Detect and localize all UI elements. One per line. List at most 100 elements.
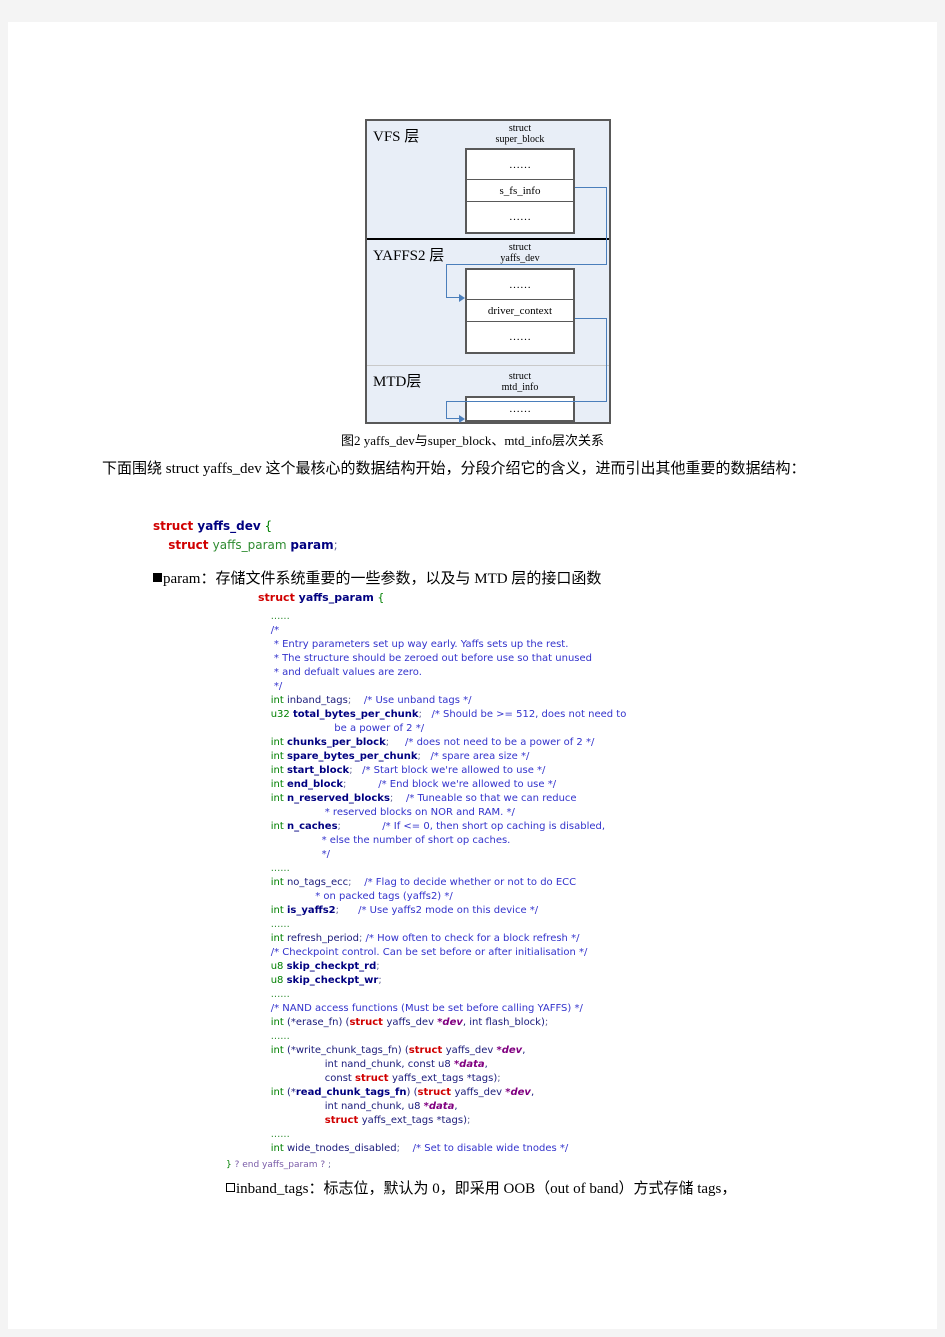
code-line: /* NAND access functions (Must be set be… [258, 1002, 626, 1016]
arrowhead-to-yaffs-dev [459, 294, 465, 302]
code-token: * and defualt values are zero. [258, 667, 422, 678]
code-token: chunks_per_block [286, 737, 386, 748]
code-line: /* Checkpoint control. Can be set before… [258, 946, 626, 960]
code-token: ...... [258, 863, 290, 874]
code-token: start_block [286, 765, 350, 776]
code-line: int nand_chunk, u8 *data, [258, 1100, 626, 1114]
code-line: * Entry parameters set up way early. Yaf… [258, 638, 626, 652]
box-cell: …… [467, 270, 573, 300]
code-token: int [270, 933, 284, 944]
code-token: u8 [270, 975, 284, 986]
code-token: no_tags_ecc [283, 877, 349, 888]
code-token: , [530, 1087, 535, 1098]
code-token: int [270, 1045, 284, 1056]
code-token: /* Set to disable wide tnodes */ [399, 1143, 569, 1154]
code-line: * else the number of short op caches. [258, 834, 626, 848]
code-token: yaffs_ext_tags *tags) [392, 1073, 498, 1084]
code-token: int [270, 751, 284, 762]
code-token: ) ( [406, 1087, 418, 1098]
code-token: ; [467, 1115, 471, 1126]
code-token: int nand_chunk, u8 [258, 1101, 424, 1112]
code-token: read_chunk_tags_fn [295, 1087, 407, 1098]
code-token: /* How often to check for a block refres… [362, 933, 580, 944]
code-token: *data [423, 1101, 455, 1112]
figure-box-super-block: …… s_fs_info …… [465, 148, 575, 234]
code-token: yaffs_dev [454, 1087, 506, 1098]
code-token: yaffs_ext_tags *tags) [361, 1115, 468, 1126]
figure-caption: 图2 yaffs_dev与super_block、mtd_info层次关系 [341, 433, 604, 448]
code-token: ...... [258, 611, 290, 622]
code-token: int [270, 905, 284, 916]
paragraph-inband-tags-text: inband_tags：标志位，默认为 0，即采用 OOB（out of ban… [236, 1181, 737, 1197]
code-line: u8 skip_checkpt_rd; [258, 960, 626, 974]
code-token: struct [324, 1115, 362, 1126]
paragraph-param-note-text: param：存储文件系统重要的一些参数，以及与 MTD 层的接口函数 [163, 571, 602, 587]
code-line: struct yaffs_dev { [153, 517, 338, 536]
connector-sfsinfo-right [575, 187, 607, 188]
connector-sfsinfo-drop [446, 264, 447, 298]
code-token: * The structure should be zeroed out bef… [258, 653, 592, 664]
figure-struct-title-yaffs-dev: struct yaffs_dev [465, 242, 575, 264]
code-token: inband_tags [283, 695, 348, 706]
code-token: yaffs_dev [445, 1045, 497, 1056]
code-line: ...... [258, 988, 626, 1002]
code-token: yaffs_dev [197, 519, 261, 533]
code-token: /* Use unband tags */ [351, 695, 472, 706]
figure-box-yaffs-dev: …… driver_context …… [465, 268, 575, 354]
code-line: int chunks_per_block; /* does not need t… [258, 736, 626, 750]
code-token: /* Checkpoint control. Can be set before… [258, 947, 588, 958]
code-token: /* Start block we're allowed to use */ [352, 765, 546, 776]
figure-layer-mtd-label: MTD层 [373, 374, 422, 390]
code-line: int wide_tnodes_disabled; /* Set to disa… [258, 1142, 626, 1156]
connector-sfsinfo-down [606, 187, 607, 265]
code-token: , int flash_block) [462, 1017, 545, 1028]
code-token: */ [258, 849, 330, 860]
code-line: int (*read_chunk_tags_fn) (struct yaffs_… [258, 1086, 626, 1100]
code-token: refresh_period [283, 933, 359, 944]
code-line: int (*write_chunk_tags_fn) (struct yaffs… [258, 1044, 626, 1058]
code-line: int spare_bytes_per_chunk; /* spare area… [258, 750, 626, 764]
code-token: { [260, 519, 273, 533]
connector-drivercontext-tip [446, 418, 460, 419]
code-token: } [226, 1160, 235, 1170]
code-token: struct [168, 538, 213, 552]
code-token: *dev [496, 1045, 523, 1056]
code-token: (* [283, 1087, 296, 1098]
struct-name-line: super_block [495, 134, 545, 145]
code-token: const [258, 1073, 356, 1084]
code-token: int [270, 793, 284, 804]
code-line: ...... [258, 1128, 626, 1142]
figure-box-mtd-info: …… [465, 396, 575, 422]
arrowhead-to-mtd-info [459, 415, 465, 423]
paragraph-intro: 下面围绕 struct yaffs_dev 这个最核心的数据结构开始，分段介绍它… [102, 461, 806, 477]
code-token: , [484, 1059, 488, 1070]
connector-drivercontext-drop [446, 401, 447, 419]
code-token: * on packed tags (yaffs2) */ [258, 891, 453, 902]
code-token: struct [355, 1073, 393, 1084]
code-token: *dev [437, 1017, 463, 1028]
code-token: ; [544, 1017, 549, 1028]
code-block-yaffs-param-body: ...... /* * Entry parameters set up way … [258, 610, 627, 1156]
code-line: /* [258, 624, 626, 638]
code-block-yaffs-param-close: } ? end yaffs_param ? ; [226, 1159, 331, 1172]
code-line: u32 total_bytes_per_chunk; /* Should be … [258, 708, 627, 722]
code-token: /* Tuneable so that we can reduce [393, 793, 577, 804]
box-cell: …… [467, 322, 573, 352]
code-token: *data [453, 1059, 485, 1070]
code-token: * reserved blocks on NOR and RAM. */ [258, 807, 515, 818]
code-token: ...... [258, 1031, 290, 1042]
code-line: int (*erase_fn) (struct yaffs_dev *dev, … [258, 1016, 626, 1030]
code-token: ...... [258, 919, 290, 930]
code-token: int [270, 1017, 284, 1028]
code-token: /* spare area size */ [420, 751, 530, 762]
